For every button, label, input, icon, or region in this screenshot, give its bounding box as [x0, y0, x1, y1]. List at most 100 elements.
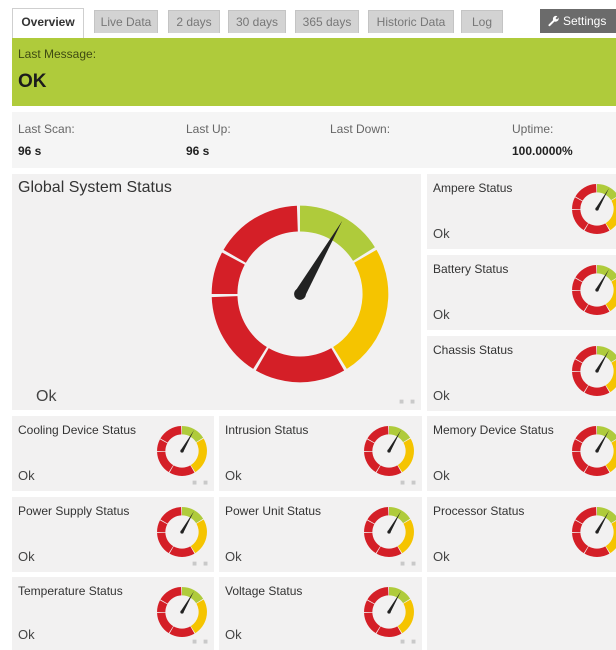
sensor-gauge	[572, 184, 616, 234]
sensor-title: Cooling Device Status	[18, 423, 137, 437]
gauge-segment	[389, 507, 411, 524]
gauge-segment	[584, 223, 610, 234]
sensor-state: Ok	[433, 226, 450, 241]
gauge-segment	[397, 599, 414, 634]
tab-30-days[interactable]: 30 days	[228, 10, 286, 33]
sensor-gauge	[572, 265, 616, 315]
gauge-needle-hub	[595, 449, 599, 453]
gauge-segment	[182, 426, 204, 443]
gauge-segment	[182, 587, 204, 604]
gauge-needle-hub	[387, 449, 391, 453]
gauge-segment	[157, 612, 174, 634]
tab-log[interactable]: Log	[461, 10, 503, 33]
sensor-panel-power-supply[interactable]: Power Supply Status Ok ■ ■	[12, 497, 214, 572]
gauge-segment	[605, 198, 616, 231]
gauge-segment	[190, 438, 207, 473]
sensor-panel-power-unit[interactable]: Power Unit Status Ok ■ ■	[219, 497, 422, 572]
empty-panel	[427, 577, 616, 650]
gauge-segment	[255, 348, 345, 383]
gauge-needle-hub	[180, 530, 184, 534]
panel-tools-icon[interactable]: ■ ■	[192, 637, 210, 646]
panel-tools-icon[interactable]: ■ ■	[400, 559, 418, 568]
gauge-segment	[605, 440, 616, 473]
sensor-panel-ampere[interactable]: Ampere Status Ok	[427, 174, 616, 249]
tab-365-days[interactable]: 365 days	[295, 10, 359, 33]
gauge-segment	[572, 451, 589, 473]
tab-overview[interactable]: Overview	[12, 8, 84, 38]
gauge-segment	[584, 304, 610, 315]
gauge-needle-hub	[595, 369, 599, 373]
uptime-label: Uptime:	[512, 122, 554, 136]
last-down: Last Down:	[330, 122, 390, 144]
sensor-gauge	[572, 507, 616, 557]
gauge-segment	[572, 290, 589, 312]
sensor-gauge	[364, 426, 414, 476]
panel-tools-icon[interactable]: ■ ■	[399, 397, 417, 406]
gauge-segment	[169, 626, 195, 637]
sensor-panel-memory-device[interactable]: Memory Device Status Ok	[427, 416, 616, 491]
uptime: Uptime: 100.0000%	[512, 122, 573, 158]
sensor-title: Battery Status	[433, 262, 509, 276]
gauge-segment	[169, 465, 195, 476]
gauge-segment	[584, 385, 610, 396]
sensor-title: Power Unit Status	[225, 504, 322, 518]
sensor-title: Ampere Status	[433, 181, 513, 195]
panel-tools-icon[interactable]: ■ ■	[192, 559, 210, 568]
sensor-panel-intrusion[interactable]: Intrusion Status Ok ■ ■	[219, 416, 422, 491]
panel-tools-icon[interactable]: ■ ■	[400, 637, 418, 646]
gauge-segment	[572, 209, 589, 231]
sensor-state: Ok	[433, 549, 450, 564]
gauge-needle-hub	[595, 530, 599, 534]
gauge-segment	[160, 507, 182, 524]
sensor-state: Ok	[433, 307, 450, 322]
sensor-state: Ok	[225, 468, 242, 483]
sensor-panel-processor[interactable]: Processor Status Ok	[427, 497, 616, 572]
gauge-needle-hub	[595, 207, 599, 211]
gauge-segment	[367, 507, 389, 524]
gauge-needle-hub	[180, 610, 184, 614]
global-status-state: Ok	[36, 388, 57, 405]
sensor-title: Temperature Status	[18, 584, 123, 598]
sensor-panel-chassis[interactable]: Chassis Status Ok	[427, 336, 616, 411]
gauge-segment	[584, 465, 610, 476]
gauge-segment	[575, 426, 597, 443]
gauge-segment	[572, 532, 589, 554]
gauge-segment	[367, 426, 389, 443]
global-status-panel[interactable]: Global System Status Ok ■ ■	[12, 174, 421, 410]
last-down-label: Last Down:	[330, 122, 391, 136]
sensor-title: Intrusion Status	[225, 423, 309, 437]
last-message-value: OK	[18, 71, 47, 92]
gauge-segment	[376, 465, 402, 476]
gauge-segment	[605, 279, 616, 312]
sensor-gauge	[572, 346, 616, 396]
sensor-panel-temperature[interactable]: Temperature Status Ok ■ ■	[12, 577, 214, 650]
gauge-needle-hub	[387, 530, 391, 534]
sensor-panel-battery[interactable]: Battery Status Ok	[427, 255, 616, 330]
tab-live-data[interactable]: Live Data	[94, 10, 158, 33]
panel-tools-icon[interactable]: ■ ■	[400, 478, 418, 487]
settings-button[interactable]: Settings	[540, 9, 616, 33]
sensor-gauge	[364, 507, 414, 557]
gauge-segment	[364, 451, 381, 473]
tab-historic-data[interactable]: Historic Data	[368, 10, 454, 33]
gauge-needle-hub	[294, 288, 306, 300]
tab-2-days[interactable]: 2 days	[168, 10, 220, 33]
settings-label: Settings	[563, 14, 607, 28]
gauge-segment	[397, 438, 414, 473]
gauge-segment	[211, 296, 267, 369]
panel-tools-icon[interactable]: ■ ■	[192, 478, 210, 487]
gauge-segment	[376, 546, 402, 557]
gauge-segment	[157, 451, 174, 473]
tab-bar: Overview Live Data 2 days 30 days 365 da…	[0, 0, 616, 38]
last-message-label: Last Message:	[18, 47, 97, 61]
last-up-label: Last Up:	[186, 122, 231, 136]
sensor-panel-cooling-device[interactable]: Cooling Device Status Ok ■ ■	[12, 416, 214, 491]
sensor-gauge	[157, 587, 207, 637]
sensor-panel-voltage[interactable]: Voltage Status Ok ■ ■	[219, 577, 422, 650]
gauge-segment	[389, 426, 411, 443]
sensor-title: Processor Status	[433, 504, 525, 518]
gauge-segment	[160, 587, 182, 604]
gauge-segment	[575, 346, 597, 363]
last-scan-label: Last Scan:	[18, 122, 75, 136]
gauge-segment	[364, 612, 381, 634]
